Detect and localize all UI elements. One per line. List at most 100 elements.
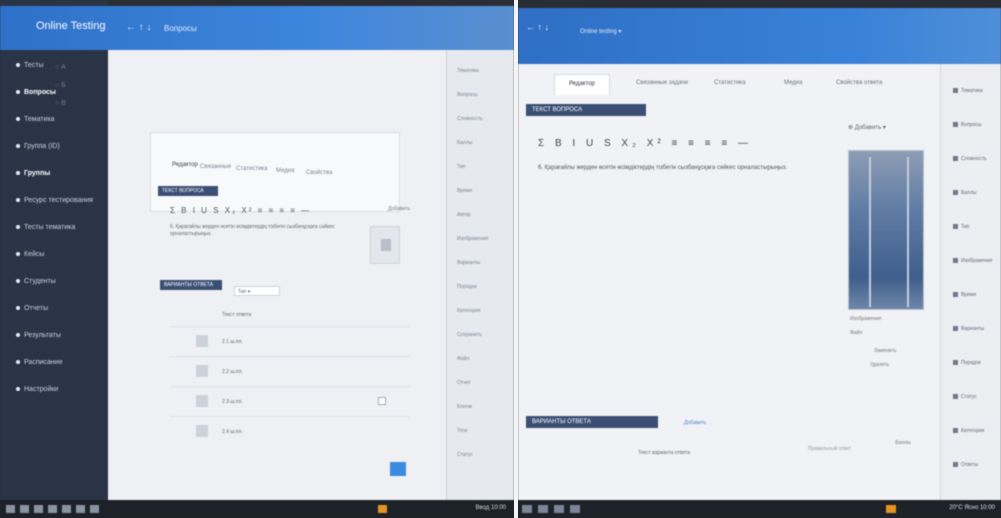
taskbar: Ввод 10:00 — [0, 500, 514, 518]
browser-icon[interactable] — [62, 505, 71, 513]
checkbox[interactable] — [378, 397, 386, 405]
right-screen: ← ↑ ↓ Online testing ▾ Тематика Вопросы Сл… — [518, 0, 1001, 518]
side-list-item[interactable]: Баллы — [457, 140, 473, 146]
side-list-item[interactable]: Варианты — [457, 260, 480, 266]
sidebar-item[interactable]: Настройки — [16, 386, 58, 393]
side-list-item[interactable]: Время — [953, 292, 976, 298]
sidebar-item[interactable]: Группа (ID) — [16, 143, 60, 150]
side-list-item[interactable]: Порядок — [953, 360, 981, 366]
side-list-item[interactable]: Категория — [457, 308, 480, 314]
app-icon[interactable] — [90, 505, 99, 513]
nav-arrows[interactable]: ← ↑ ↓ — [126, 22, 152, 33]
side-list-item[interactable]: Порядок — [457, 284, 477, 290]
browser-icon[interactable] — [570, 505, 580, 513]
side-list-item[interactable]: Вопросы — [953, 122, 981, 128]
question-image[interactable] — [848, 150, 924, 310]
question-text[interactable]: 6. Қарағайлы жерден өсетін өсімдіктердің… — [170, 224, 350, 238]
taskview-icon[interactable] — [554, 505, 564, 513]
correct-answer-header: Правильный ответ — [808, 446, 852, 452]
list-item[interactable]: 2.4 ш.пл. — [170, 416, 410, 446]
side-list-item[interactable]: Вопросы — [457, 92, 477, 98]
option-b[interactable]: ○ Б — [55, 82, 66, 89]
sidebar-item[interactable]: Кейсы — [16, 251, 44, 258]
side-list-item[interactable]: Теги — [457, 428, 467, 434]
tab-statistics[interactable]: Статистика — [714, 80, 746, 86]
question-text[interactable]: 6. Қарағайлы жерден өсетін өсімдіктердің… — [538, 164, 818, 172]
side-list-item[interactable]: Тематика — [953, 88, 983, 94]
clock: 20°C Ясно 10:00 — [949, 505, 995, 511]
sidebar-item[interactable]: Тесты — [16, 62, 44, 69]
save-button[interactable] — [390, 462, 406, 476]
option-a[interactable]: ○ А — [55, 64, 66, 71]
search-icon[interactable] — [20, 505, 29, 513]
list-item[interactable]: 2.1 ш.пл. — [170, 326, 410, 356]
list-item[interactable]: 2.2 ш.пл. — [170, 356, 410, 386]
sidebar-item[interactable]: Результаты — [16, 332, 61, 339]
side-list-item[interactable]: Сложность — [953, 156, 987, 162]
tab-properties[interactable]: Свойства — [306, 170, 332, 176]
tab-related[interactable]: Связанные задачи — [636, 80, 688, 86]
tab-statistics[interactable]: Статистика — [236, 166, 268, 172]
side-list-label: Варианты — [961, 326, 985, 332]
side-list-item[interactable]: Сохранить — [457, 332, 482, 338]
sidebar-item[interactable]: Расписание — [16, 359, 63, 366]
tab-properties[interactable]: Свойства ответа — [836, 80, 882, 86]
search-icon[interactable] — [538, 505, 548, 513]
windows-icon[interactable] — [522, 505, 532, 513]
side-list-item[interactable]: Отчет — [457, 380, 471, 386]
add-button[interactable]: Добавить — [388, 206, 410, 212]
sidebar-item[interactable]: Ресурс тестирования — [16, 197, 93, 204]
sidebar-item-label: Ресурс тестирования — [24, 197, 94, 204]
list-item[interactable]: 2.3 ш.пл. — [170, 386, 410, 416]
answer-text-header: Текст варианта ответа — [638, 450, 691, 456]
sidebar-item-label: Группа (ID) — [24, 143, 60, 150]
image-thumbnail[interactable] — [370, 226, 400, 264]
sidebar-item[interactable]: Вопросы — [16, 89, 56, 96]
editor-toolbar[interactable]: Σ B I U S X₂ X² ≡ ≡ ≡ ≡ — — [538, 138, 752, 149]
side-list-item[interactable]: Изображение — [457, 236, 489, 242]
sidebar-item[interactable]: Группы — [16, 170, 50, 177]
sidebar-item[interactable]: Тесты тематика — [16, 224, 75, 231]
add-answer-link[interactable]: Добавить — [684, 420, 706, 426]
editor-toolbar[interactable]: Σ B I U S X₂ X² ≡ ≡ ≡ ≡ — — [170, 206, 311, 215]
side-list-item[interactable]: Время — [457, 188, 472, 194]
image-delete[interactable]: Удалить — [870, 362, 889, 368]
breadcrumb[interactable]: Online testing ▾ — [580, 28, 621, 35]
tab-media[interactable]: Медиа — [276, 168, 294, 174]
add-button[interactable]: ⊕ Добавить ▾ — [848, 124, 886, 131]
app-icon[interactable] — [76, 505, 85, 513]
tab-related[interactable]: Связанные — [200, 164, 231, 170]
explorer-icon[interactable] — [48, 505, 57, 513]
tab-editor[interactable]: Редактор — [554, 74, 610, 95]
list-icon — [953, 88, 958, 94]
side-list-item[interactable]: Тематика — [457, 68, 479, 74]
side-list-item[interactable]: Файл — [457, 356, 469, 362]
sidebar-item[interactable]: Студенты — [16, 278, 56, 285]
side-list-item[interactable]: Статус — [457, 452, 473, 458]
side-list-item[interactable]: Изображение — [953, 258, 993, 264]
side-list-item[interactable]: Тип — [953, 224, 969, 230]
sidebar-item[interactable]: Отчеты — [16, 305, 48, 312]
side-list-item[interactable]: Тип — [457, 164, 465, 170]
taskview-icon[interactable] — [34, 505, 43, 513]
side-list-item[interactable]: Баллы — [953, 190, 977, 196]
sidebar-item[interactable]: Тематика — [16, 116, 55, 123]
answer-type-dropdown[interactable]: Тип ▾ — [234, 286, 280, 296]
side-list-item[interactable]: Варианты — [953, 326, 984, 332]
tab-editor[interactable]: Редактор — [172, 162, 198, 168]
option-c[interactable]: ○ В — [55, 100, 66, 107]
nav-arrows[interactable]: ← ↑ ↓ — [526, 22, 549, 32]
image-file[interactable]: Файл — [850, 330, 862, 336]
side-list-item[interactable]: Сложность — [457, 116, 483, 122]
side-list-item[interactable]: Автор — [457, 212, 471, 218]
windows-icon[interactable] — [6, 505, 15, 513]
image-replace[interactable]: Заменить — [874, 348, 896, 354]
bullet-icon — [16, 333, 20, 338]
side-list-item[interactable]: Статус — [953, 394, 977, 400]
side-list-item[interactable]: Ответы — [953, 462, 978, 468]
side-list-item[interactable]: Категория — [953, 428, 984, 434]
tab-media[interactable]: Медиа — [784, 80, 802, 86]
breadcrumb[interactable]: Вопросы — [164, 24, 197, 33]
side-list-item[interactable]: Ключи — [457, 404, 472, 410]
side-list-label: Категория — [961, 428, 985, 434]
